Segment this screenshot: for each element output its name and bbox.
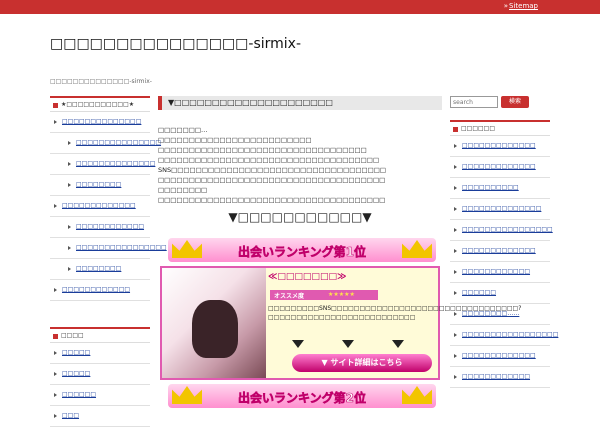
- banner-text: 出会いランキング第2位: [238, 391, 367, 406]
- sidebar-link[interactable]: □□□□□□□□: [68, 265, 150, 273]
- sidebar-item: □□□□□□□□□□□□: [50, 280, 150, 301]
- main-heading: ▼□□□□□□□□□□□□□□□□□□□□□: [158, 96, 442, 110]
- sidebar-item: □□□□□□□□□□□□: [450, 367, 550, 388]
- site-details-button[interactable]: ▼ サイト詳細はこちら: [292, 354, 432, 372]
- sidebar-item: □□□□□□: [450, 283, 550, 304]
- top-bar: » Sitemap: [0, 0, 600, 14]
- sidebar-link[interactable]: □□□□□□□□□□□□□: [54, 202, 150, 210]
- sidebar-item: □□□□□: [50, 364, 150, 385]
- sidebar-link[interactable]: □□□□□□□□□□□□□: [454, 352, 550, 360]
- square-icon: [53, 103, 58, 108]
- text-line: □□□□□□□□□□□□□□□□□□□□□□□□□: [158, 136, 312, 144]
- sidebar-link[interactable]: □□□□□□: [54, 391, 150, 399]
- down-triangle-icon: [342, 340, 354, 348]
- sidebar-item: □□□□□□□□□□□□□: [450, 157, 550, 178]
- sidebar-item: □□□□□□□□: [50, 259, 150, 280]
- sidebar-link[interactable]: □□□□□□□□□□□□: [454, 373, 550, 381]
- sitemap-arrow-icon: »: [503, 2, 508, 10]
- site-description: □□□□□□□□□□□□□□-sirmix-: [50, 78, 152, 85]
- right-widget: □□□□□□ □□□□□□□□□□□□□ □□□□□□□□□□□□□ □□□□□□□…: [450, 120, 558, 388]
- down-triangle-icon: [392, 340, 404, 348]
- square-icon: [453, 127, 458, 132]
- sidebar-item: □□□□□□□□□□□□□□□: [50, 133, 161, 154]
- widget-title: □□□□□□: [461, 125, 496, 132]
- sidebar-item: □□□□□□□□□□□□□: [450, 346, 550, 367]
- recommend-bar: オススメ度 ★★★★★: [270, 290, 378, 300]
- sidebar-link[interactable]: □□□□□□□□□□□□□□: [54, 118, 150, 126]
- widget-header-2: □□□□: [50, 327, 150, 343]
- sidebar-link[interactable]: □□□□□□□□□□□□□□□□: [454, 226, 553, 234]
- widget-title: ★□□□□□□□□□□□★: [61, 101, 135, 108]
- text-line: □□□□□□□□□□□□□□□□□□□□□□□□□□□□□□□□□□□□: [158, 156, 380, 164]
- text-line: □□□□□□□□: [158, 186, 208, 194]
- sidebar-item: □□□□□□□□□□□□: [50, 217, 150, 238]
- sidebar-item: □□□□□□□□□□: [450, 178, 550, 199]
- sidebar-item: □□□□□□□□□□□□□□□□: [50, 238, 167, 259]
- ranking-card-1: ≪□□□□□□□≫ オススメ度 ★★★★★ □□□□□□□□□SNS□□□□□□…: [160, 266, 522, 380]
- main-content: ▼□□□□□□□□□□□□□□□□□□□□□: [158, 96, 442, 110]
- sidebar-link[interactable]: □□□□□□□□□□□□□: [454, 142, 550, 150]
- profile-photo[interactable]: [162, 268, 266, 378]
- square-icon: [53, 334, 58, 339]
- sidebar-item: □□□□□□□□□□□□□□: [450, 199, 550, 220]
- search-button[interactable]: 検索: [501, 96, 529, 108]
- sidebar-link[interactable]: □□□□□□□□□□□□□□: [68, 160, 155, 168]
- sidebar-item: □□□□□□□□□□□□: [450, 262, 550, 283]
- text-line: □□□□□□□□□□□□□□□□□□□□□□□□□□□□□□□□□□□□□: [158, 196, 386, 204]
- sidebar-link[interactable]: □□□□□□: [454, 289, 550, 297]
- sidebar-link[interactable]: □□□□□□□□□□□□□□: [454, 205, 550, 213]
- sidebar-item: □□□□□□□□□□□□□□: [50, 154, 155, 175]
- down-triangle-icon: [292, 340, 304, 348]
- search-input[interactable]: [450, 96, 498, 108]
- sidebar-link[interactable]: □□□□□□□□……: [454, 310, 550, 318]
- text-line: □□□□□□□□□□□□□□□□□□□□□□□□□□□□□□□□□□□□□: [158, 176, 386, 184]
- card-title[interactable]: ≪□□□□□□□≫: [268, 272, 346, 282]
- sidebar-item: □□□□□: [50, 343, 150, 364]
- sidebar-link[interactable]: □□□□□□□□□□: [454, 184, 550, 192]
- text-line: SNS□□□□□□□□□□□□□□□□□□□□□□□□□□□□□□□□□□□: [158, 166, 387, 174]
- sidebar-link[interactable]: □□□□□□□□□□□□: [454, 268, 550, 276]
- sidebar-link[interactable]: □□□: [54, 412, 150, 420]
- sidebar-link[interactable]: □□□□□□□□□□□□□: [454, 247, 550, 255]
- sidebar-link[interactable]: □□□□□□□□□□□□□□□□□: [454, 331, 558, 339]
- sidebar-link[interactable]: □□□□□: [54, 349, 150, 357]
- banner-text: 出会いランキング第1位: [238, 245, 367, 260]
- left-sidebar: ★□□□□□□□□□□□★ □□□□□□□□□□□□□□ □□□□□□□□□□□□…: [50, 96, 167, 427]
- sidebar-item: □□□□□□□□……: [450, 304, 550, 325]
- site-title[interactable]: □□□□□□□□□□□□□□□-sirmix-: [50, 36, 301, 52]
- ranking-banner-2[interactable]: 出会いランキング第2位: [168, 384, 436, 408]
- sidebar-item: □□□□□□: [50, 385, 150, 406]
- sidebar-link[interactable]: □□□□□□□□: [68, 181, 150, 189]
- main-heading-text: ▼□□□□□□□□□□□□□□□□□□□□□: [168, 98, 333, 107]
- sidebar-item: □□□□□□□□□□□□□□□□: [450, 220, 553, 241]
- sidebar-link[interactable]: □□□□□□□□□□□□: [68, 223, 150, 231]
- sidebar-item: □□□□□□□□: [50, 175, 150, 196]
- sidebar-link[interactable]: □□□□□: [54, 370, 150, 378]
- widget-header: ★□□□□□□□□□□□★: [50, 96, 150, 112]
- sidebar-item: □□□□□□□□□□□□□□□□□: [450, 325, 558, 346]
- sidebar-link[interactable]: □□□□□□□□□□□□□: [454, 163, 550, 171]
- text-line: □□□□□□□…: [158, 126, 208, 134]
- recommend-label: オススメ度: [274, 293, 305, 300]
- intro-text: □□□□□□□… □□□□□□□□□□□□□□□□□□□□□□□□□ □□□□□□□…: [158, 125, 442, 205]
- card-description: □□□□□□□□□SNS□□□□□□□□□□□□□□□□□□□□□□□□□□□□…: [268, 305, 522, 321]
- ranking-heading: ▼□□□□□□□□□□□▼: [228, 210, 372, 224]
- sidebar-item: □□□□□□□□□□□□□: [50, 196, 150, 217]
- sidebar-item: □□□□□□□□□□□□□: [450, 136, 550, 157]
- text-line: □□□□□□□□□□□□□□□□□□□□□□□□□□□□□□□□□□: [158, 146, 367, 154]
- sitemap-link[interactable]: Sitemap: [509, 2, 538, 10]
- ranking-banner-1[interactable]: 出会いランキング第1位: [168, 238, 436, 262]
- sidebar-item: □□□□□□□□□□□□□□: [50, 112, 150, 133]
- widget-title-2: □□□□: [61, 332, 84, 339]
- sidebar-item: □□□: [50, 406, 150, 427]
- sidebar-link[interactable]: □□□□□□□□□□□□□□□□: [68, 244, 167, 252]
- widget-header: □□□□□□: [450, 120, 550, 136]
- sidebar-link[interactable]: □□□□□□□□□□□□: [54, 286, 150, 294]
- sidebar-item: □□□□□□□□□□□□□: [450, 241, 550, 262]
- sidebar-link[interactable]: □□□□□□□□□□□□□□□: [68, 139, 161, 147]
- star-rating: ★★★★★: [328, 291, 355, 298]
